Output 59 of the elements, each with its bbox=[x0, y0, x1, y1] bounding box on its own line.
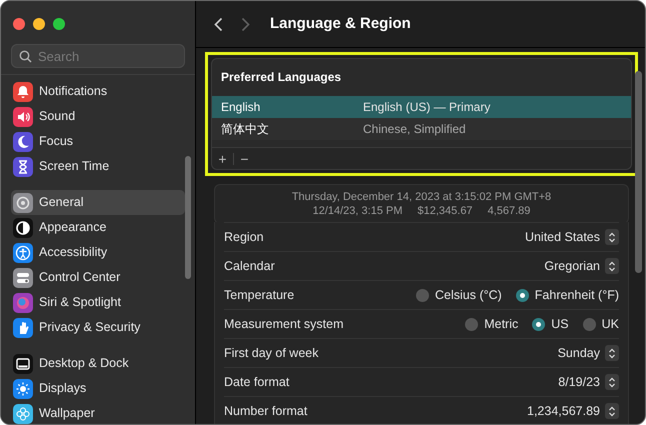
chevron-icon bbox=[608, 232, 616, 242]
radio-option[interactable]: Metric bbox=[465, 314, 518, 334]
setting-label: Temperature bbox=[224, 286, 294, 304]
section-title: Preferred Languages bbox=[220, 69, 342, 86]
setting-label: Measurement system bbox=[224, 316, 344, 333]
close-button[interactable] bbox=[13, 18, 25, 30]
scrollbar[interactable] bbox=[185, 156, 191, 279]
minimize-button[interactable] bbox=[33, 18, 45, 30]
zoom-button[interactable] bbox=[53, 18, 65, 30]
sidebar-item[interactable]: Sound bbox=[11, 104, 185, 129]
preview-text: 4,567.89 bbox=[488, 204, 530, 218]
chevron-icon bbox=[608, 260, 616, 272]
preview-text: Thursday, December 14, 2023 at 3:15:02 PM GMT+8 bbox=[292, 190, 552, 204]
setting-label: Number format bbox=[224, 402, 308, 420]
sidebar-item[interactable]: Desktop & Dock bbox=[11, 351, 185, 376]
popup-button[interactable]: United States bbox=[524, 228, 619, 246]
language-row[interactable]: English English (US) — Primary bbox=[212, 96, 631, 118]
radio-option[interactable]: Fahrenheit (°F) bbox=[516, 286, 619, 304]
preview-text: $12,345.67 bbox=[418, 204, 473, 218]
search-field[interactable]: Search bbox=[11, 44, 185, 68]
radio-option[interactable]: UK bbox=[582, 314, 619, 334]
sidebar-item[interactable]: General bbox=[11, 190, 185, 215]
setting-label: Date format bbox=[224, 374, 290, 391]
sidebar-item[interactable]: Appearance bbox=[11, 215, 185, 240]
search-icon bbox=[19, 50, 32, 63]
sidebar-item[interactable]: Screen Time bbox=[11, 154, 185, 179]
sidebar-item[interactable]: Siri & Spotlight bbox=[11, 290, 185, 315]
sidebar-item[interactable]: Accessibility bbox=[11, 240, 185, 265]
sidebar-item[interactable]: Focus bbox=[11, 129, 185, 154]
forward-icon[interactable] bbox=[241, 16, 250, 32]
chevron-icon bbox=[608, 348, 616, 358]
remove-button[interactable]: − bbox=[234, 148, 255, 170]
radio-option[interactable]: US bbox=[532, 314, 569, 334]
radio-button[interactable] bbox=[582, 318, 596, 330]
popup-button[interactable]: Gregorian bbox=[544, 256, 619, 276]
sidebar-item[interactable]: Privacy & Security bbox=[11, 315, 185, 340]
sidebar-item[interactable]: Wallpaper bbox=[11, 401, 185, 424]
back-icon[interactable] bbox=[214, 16, 223, 32]
scrollbar[interactable] bbox=[635, 71, 642, 273]
radio-button[interactable] bbox=[416, 288, 429, 302]
setting-label: Region bbox=[224, 228, 264, 246]
popup-button[interactable]: 8/19/23 bbox=[558, 372, 619, 392]
sidebar-item[interactable]: Displays bbox=[11, 376, 185, 401]
radio-option[interactable]: Celsius (°C) bbox=[416, 286, 502, 304]
sidebar-item[interactable]: Control Center bbox=[11, 265, 185, 290]
setting-label: First day of week bbox=[224, 344, 318, 362]
setting-label: Calendar bbox=[224, 258, 275, 275]
popup-button[interactable]: 1,234,567.89 bbox=[527, 402, 619, 420]
chevron-icon bbox=[608, 406, 616, 416]
radio-button[interactable] bbox=[465, 318, 478, 330]
chevron-icon bbox=[608, 376, 616, 388]
sidebar-item[interactable]: Notifications bbox=[11, 79, 185, 104]
radio-button[interactable] bbox=[532, 318, 546, 330]
popup-button[interactable]: Sunday bbox=[558, 344, 619, 362]
add-button[interactable]: + bbox=[212, 148, 233, 170]
window-title: Language & Region bbox=[270, 14, 411, 34]
language-row[interactable]: 简体中文 Chinese, Simplified bbox=[212, 118, 631, 140]
radio-button[interactable] bbox=[516, 288, 529, 302]
preview-text: 12/14/23, 3:15 PM bbox=[312, 204, 402, 218]
